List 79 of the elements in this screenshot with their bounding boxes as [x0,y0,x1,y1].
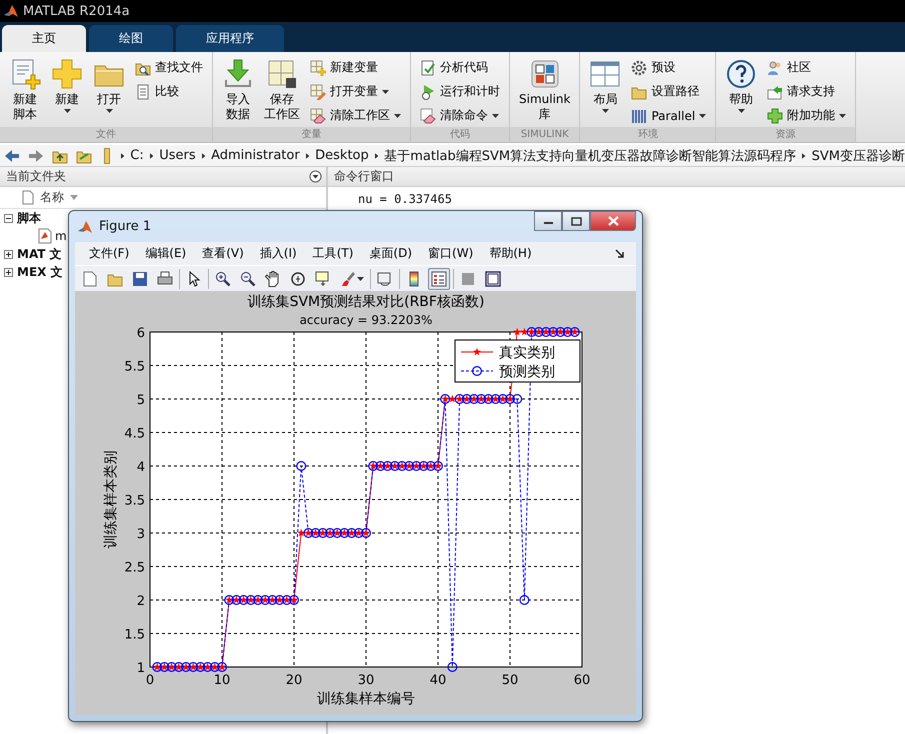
group-label: 环境 [580,127,716,142]
command-output-line: nu = 0.337465 [358,192,453,206]
ribbon-button[interactable]: 分析代码 [417,56,503,79]
ribbon-button[interactable]: 清除工作区 [307,104,404,127]
axis-tick-label: 60 [574,673,590,688]
ribbon-button[interactable]: 新建 脚本 [6,56,44,124]
axis-tick-label: 10 [214,673,230,688]
group-label: SIMULINK [510,127,580,142]
ribbon-button[interactable]: Simulink 库 [516,56,574,124]
ribbon-button[interactable]: 比较 [132,80,206,103]
axis-tick-label: 2.5 [124,560,145,576]
group-label: 文件 [0,127,212,142]
ribbon-button[interactable]: 帮助 [722,56,760,115]
group-label: 资源 [716,127,856,142]
chart-subtitle: accuracy = 93.2203% [300,313,432,327]
tree-item[interactable]: MEX 文 [17,264,63,280]
ribbon-button[interactable]: 查找文件 [132,56,206,79]
ribbon-button[interactable]: 保存 工作区 [261,56,303,124]
legend-label: 真实类别 [499,345,555,361]
axis-tick-label: 4 [136,460,145,475]
path-segment[interactable]: SVM变压器诊断 [812,146,905,164]
ribbon-button[interactable]: Parallel [628,104,710,127]
axis-tick-label: 2 [136,594,145,609]
window-title: Figure 1 [99,219,152,234]
column-header[interactable]: 名称 [40,189,64,206]
group-label: 变量 [213,127,410,142]
ribbon-button[interactable]: 附加功能 [764,104,850,127]
ribbon-tab[interactable]: 绘图 [89,25,173,52]
path-segment[interactable]: Users [159,148,196,163]
axis-tick-label: 5 [136,393,145,408]
menu-item[interactable]: 文件(F) [81,245,138,262]
axis-tick-label: 1.5 [124,628,145,642]
menu-item[interactable]: 帮助(H) [481,245,540,262]
menu-item[interactable]: 工具(T) [304,245,362,262]
menu-item[interactable]: 桌面(D) [361,245,420,262]
path-segment[interactable]: 基于matlab编程SVM算法支持向量机变压器故障诊断智能算法源码程序 [384,146,796,164]
panel-title: 当前文件夹 [6,168,66,185]
axis-tick-label: 50 [502,673,518,688]
axis-tick-label: 40 [430,673,446,688]
axis-tick-label: 1 [136,661,145,676]
ribbon-button[interactable]: 设置路径 [628,80,710,103]
ribbon-button[interactable]: 预设 [628,56,710,79]
ribbon-button[interactable]: 新建变量 [307,56,404,79]
axis-tick-label: 6 [136,326,145,341]
axis-tick-label: 3.5 [124,494,145,508]
axis-tick-label: 3 [136,527,145,542]
path-segment[interactable]: C: [130,148,144,163]
tree-item[interactable]: m [55,229,67,243]
tree-item[interactable]: MAT 文 [17,246,62,262]
panel-title: 命令行窗口 [334,168,394,185]
ribbon-button[interactable]: 打开变量 [307,80,404,103]
ribbon-tab[interactable]: 应用程序 [176,25,284,52]
ribbon-button[interactable]: 新建 [48,56,86,115]
axis-tick-label: 20 [286,673,302,688]
ribbon-button[interactable]: 导入 数据 [219,56,257,124]
ribbon-button[interactable]: 社区 [764,56,850,79]
window-title: MATLAB R2014a [23,4,130,18]
axis-tick-label: 4.5 [124,426,145,442]
menu-item[interactable]: 插入(I) [252,245,305,262]
axis-tick-label: 30 [358,673,374,688]
ribbon-button[interactable]: 请求支持 [764,80,850,103]
path-segment[interactable]: Administrator [211,148,300,163]
ribbon-button[interactable]: 清除命令 [417,104,503,127]
menu-item[interactable]: 窗口(W) [420,245,482,262]
x-axis-label: 训练集样本编号 [317,691,415,707]
ribbon-button[interactable]: 布局 [586,56,624,115]
chart-title: 训练集SVM预测结果对比(RBF核函数) [248,294,484,310]
ribbon-button[interactable]: 打开 [90,56,128,115]
ribbon-button[interactable]: 运行和计时 [417,80,503,103]
y-axis-label: 训练集样本类别 [103,450,119,548]
menu-item[interactable]: 查看(V) [194,245,252,262]
axis-tick-label: 0 [146,673,154,688]
legend-label: 预测类别 [499,364,555,380]
path-segment[interactable]: Desktop [315,148,369,163]
tree-item[interactable]: 脚本 [17,210,41,226]
ribbon-tab[interactable]: 主页 [2,25,86,52]
group-label: 代码 [411,127,509,142]
axis-tick-label: 5.5 [124,360,145,374]
menu-item[interactable]: 编辑(E) [137,245,194,262]
